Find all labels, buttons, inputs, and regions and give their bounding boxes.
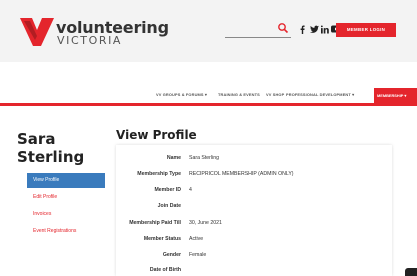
chat-widget-button[interactable] bbox=[405, 268, 417, 276]
linkedin-icon[interactable] bbox=[321, 25, 329, 35]
field-value: Active bbox=[189, 236, 204, 242]
profile-row-member-id: Member ID 4 bbox=[116, 187, 392, 199]
nav-divider bbox=[0, 103, 417, 106]
logo-text-victoria: VICTORIA bbox=[57, 34, 123, 47]
nav-item-training[interactable]: TRAINING & EVENTS bbox=[218, 92, 260, 97]
profile-row-date-of-birth: Date of Birth bbox=[116, 267, 392, 276]
side-item-event-registrations[interactable]: Event Registrations bbox=[27, 224, 105, 239]
search-input[interactable] bbox=[225, 22, 291, 38]
main-nav: VV GROUPS & FORUMS ▾ TRAINING & EVENTS V… bbox=[0, 88, 417, 102]
search-icon[interactable] bbox=[277, 22, 289, 34]
field-label: Name bbox=[166, 155, 181, 161]
field-label: Member ID bbox=[154, 187, 181, 193]
nav-item-vv-shop[interactable]: VV SHOP bbox=[266, 92, 284, 97]
nav-item-vv-groups[interactable]: VV GROUPS & FORUMS ▾ bbox=[156, 92, 207, 97]
side-item-edit-profile[interactable]: Edit Profile bbox=[27, 190, 105, 205]
field-label: Member Status bbox=[143, 236, 181, 242]
site-header: volunteering VICTORIA MEMBER LOGIN bbox=[0, 0, 417, 62]
field-value: Sara Sterling bbox=[189, 155, 219, 161]
profile-card: Name Sara Sterling Membership Type RECIP… bbox=[116, 145, 392, 276]
user-name-heading: Sara Sterling bbox=[17, 130, 85, 166]
side-item-view-profile[interactable]: View Profile bbox=[27, 173, 105, 188]
page-title: View Profile bbox=[116, 128, 197, 142]
field-value: 30, June 2021 bbox=[189, 220, 222, 226]
profile-row-join-date: Join Date bbox=[116, 203, 392, 215]
profile-row-membership-paid-till: Membership Paid Till 30, June 2021 bbox=[116, 220, 392, 232]
profile-row-name: Name Sara Sterling bbox=[116, 155, 392, 167]
nav-item-membership[interactable]: MEMBERSHIP ▾ bbox=[374, 88, 417, 103]
field-label: Gender bbox=[162, 252, 181, 258]
twitter-icon[interactable] bbox=[310, 25, 319, 35]
profile-row-gender: Gender Female bbox=[116, 252, 392, 264]
member-login-button[interactable]: MEMBER LOGIN bbox=[336, 23, 396, 37]
field-label: Date of Birth bbox=[149, 267, 181, 273]
facebook-icon[interactable] bbox=[300, 25, 305, 35]
field-value: 4 bbox=[189, 187, 192, 193]
field-value: RECIPRICOL MEMBERSHIP (ADMIN ONLY) bbox=[189, 171, 294, 177]
profile-row-member-status: Member Status Active bbox=[116, 236, 392, 248]
side-item-invoices[interactable]: Invoices bbox=[27, 207, 105, 222]
field-label: Join Date bbox=[157, 203, 181, 209]
profile-row-membership-type: Membership Type RECIPRICOL MEMBERSHIP (A… bbox=[116, 171, 392, 183]
field-label: Membership Paid Till bbox=[129, 220, 181, 226]
nav-item-professional-development[interactable]: PROFESSIONAL DEVELOPMENT ▾ bbox=[286, 92, 354, 97]
logo-v-mark-icon bbox=[20, 18, 54, 46]
field-value: Female bbox=[189, 252, 207, 258]
profile-side-menu: View Profile Edit Profile Invoices Event… bbox=[27, 173, 105, 241]
field-label: Membership Type bbox=[137, 171, 181, 177]
site-logo[interactable]: volunteering VICTORIA bbox=[20, 18, 169, 48]
